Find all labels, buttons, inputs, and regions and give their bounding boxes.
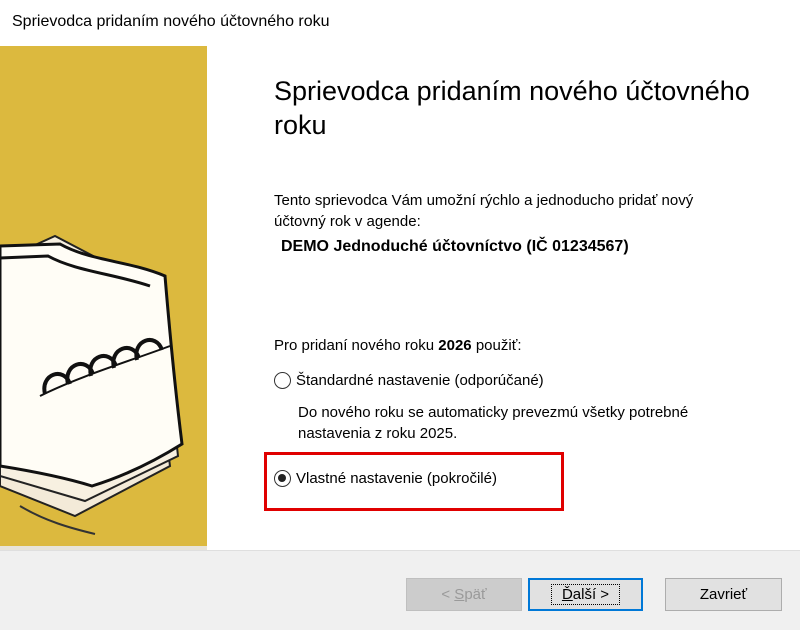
agenda-name: DEMO Jednoduché účtovníctvo (IČ 01234567… [281, 238, 629, 255]
close-button[interactable]: Zavrieť [665, 578, 782, 611]
wizard-heading: Sprievodca pridaním nového účtovného rok… [274, 76, 750, 140]
standard-settings-radio[interactable] [274, 372, 291, 389]
year-line-prefix: Pro pridaní nového roku [274, 337, 435, 354]
standard-settings-option[interactable]: Štandardné nastavenie (odporúčané) [274, 372, 544, 389]
standard-settings-description: Do nového roku se automaticky prevezmú v… [298, 404, 689, 442]
window-title: Sprievodca pridaním nového účtovného rok… [12, 13, 330, 30]
next-button-focus: Ďalší > [550, 584, 621, 605]
year-line-suffix: použiť: [475, 337, 522, 354]
wizard-intro-text: Tento sprievodca Vám umožní rýchlo a jed… [274, 192, 694, 230]
wizard-content: Sprievodca pridaním nového účtovného rok… [207, 46, 800, 550]
next-button-rest: alší [572, 586, 597, 603]
year-line: Pro pridaní nového roku 2026 použiť: [274, 337, 521, 354]
button-bar: < Späť Ďalší > Zavrieť [0, 550, 800, 630]
notepad-icon [0, 234, 207, 550]
next-button-mnemonic: Ď [561, 586, 573, 603]
back-button-rest: päť [464, 586, 487, 603]
standard-settings-label[interactable]: Štandardné nastavenie (odporúčané) [296, 372, 544, 389]
custom-settings-radio[interactable] [274, 470, 291, 487]
wizard-sidebar [0, 46, 207, 550]
custom-settings-option[interactable]: Vlastné nastavenie (pokročilé) [274, 470, 497, 487]
custom-settings-label[interactable]: Vlastné nastavenie (pokročilé) [296, 470, 497, 487]
back-button-mnemonic: S [454, 586, 465, 603]
next-button-suffix: > [596, 586, 610, 603]
back-button[interactable]: < Späť [406, 578, 522, 611]
back-button-prefix: < [441, 586, 455, 603]
year-value: 2026 [438, 337, 472, 354]
title-bar: Sprievodca pridaním nového účtovného rok… [0, 0, 800, 46]
next-button[interactable]: Ďalší > [528, 578, 643, 611]
